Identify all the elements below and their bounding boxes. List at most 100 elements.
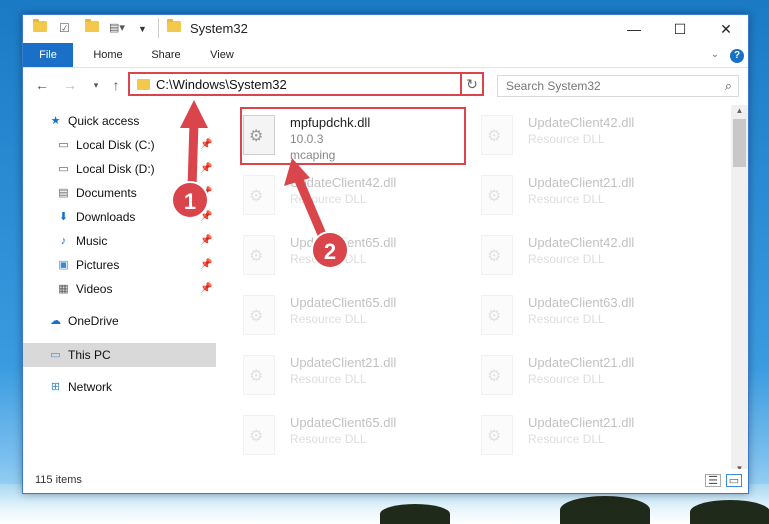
help-icon[interactable]: ? (729, 43, 745, 67)
computer-icon: ▭ (50, 349, 61, 361)
dll-file-icon (481, 175, 513, 215)
search-placeholder: Search System32 (506, 79, 601, 93)
file-name: UpdateClient65.dll (290, 295, 397, 310)
file-item[interactable]: UpdateClient42.dll Resource DLL (461, 109, 681, 165)
cloud-icon: ☁ (50, 315, 61, 327)
drive-icon: ▭ (58, 163, 69, 175)
sidebar-item-label: Local Disk (C:) (76, 138, 155, 152)
forward-arrow-icon[interactable]: → (61, 75, 79, 95)
address-folder-icon (137, 79, 150, 90)
sidebar-item-videos[interactable]: ▦ Videos 📌 (23, 277, 216, 301)
properties-icon[interactable]: ☑ (59, 21, 70, 35)
file-desc: Resource DLL (528, 132, 605, 146)
file-name: UpdateClient21.dll (290, 355, 397, 370)
sidebar-item-label: Quick access (68, 114, 140, 128)
sidebar-item-network[interactable]: ⊞ Network (23, 375, 216, 399)
sidebar-item-label: This PC (68, 348, 111, 362)
sidebar-item-music[interactable]: ♪ Music 📌 (23, 229, 216, 253)
sidebar-item-local-disk-c[interactable]: ▭ Local Disk (C:) 📌 (23, 133, 216, 157)
sidebar-item-pictures[interactable]: ▣ Pictures 📌 (23, 253, 216, 277)
recent-locations-icon[interactable]: ▾ (87, 75, 105, 95)
network-icon: ⊞ (50, 381, 61, 393)
dll-file-icon (243, 355, 275, 395)
palm-silhouette (690, 500, 769, 524)
file-item[interactable]: UpdateClient21.dll Resource DLL (461, 409, 681, 465)
file-item[interactable]: UpdateClient65.dll Resource DLL (223, 289, 443, 345)
navigation-bar: ← → ▾ ↑ C:\Windows\System32 ⌄ ↻ Search S… (23, 68, 748, 102)
tab-view[interactable]: View (197, 43, 247, 67)
file-name: UpdateClient42.dll (528, 115, 635, 130)
toolbar-dropdown-icon[interactable]: ▼ (138, 24, 147, 34)
sidebar-item-label: Local Disk (D:) (76, 162, 155, 176)
sidebar-item-label: Videos (76, 282, 113, 296)
item-count: 115 items (35, 474, 82, 486)
file-desc: Resource DLL (290, 312, 367, 326)
step-1-badge: 1 (171, 181, 209, 219)
file-item[interactable]: UpdateClient42.dll Resource DLL (223, 169, 443, 225)
address-path[interactable]: C:\Windows\System32 (156, 77, 287, 92)
dll-file-icon (243, 235, 275, 275)
music-icon: ♪ (60, 235, 67, 247)
dll-file-icon (243, 175, 275, 215)
back-arrow-icon[interactable]: ← (33, 75, 51, 95)
sidebar-item-label: Music (76, 234, 108, 248)
minimize-button[interactable]: — (611, 15, 657, 43)
file-item[interactable]: UpdateClient42.dll Resource DLL (461, 229, 681, 285)
dll-file-icon (481, 355, 513, 395)
file-name: UpdateClient21.dll (528, 175, 635, 190)
documents-icon: ▤ (58, 187, 69, 199)
customize-toolbar-icon[interactable]: ▤▾ (109, 21, 125, 34)
pin-icon[interactable]: 📌 (200, 133, 212, 157)
separator (158, 18, 159, 38)
file-item[interactable]: UpdateClient65.dll Resource DLL (223, 409, 443, 465)
scroll-up-icon[interactable]: ▲ (731, 105, 748, 117)
file-item[interactable]: UpdateClient21.dll Resource DLL (223, 349, 443, 405)
pin-icon[interactable]: 📌 (200, 157, 212, 181)
sidebar-item-label: Network (68, 380, 113, 394)
file-item[interactable]: UpdateClient21.dll Resource DLL (461, 349, 681, 405)
drive-icon: ▭ (58, 139, 69, 151)
file-item[interactable]: UpdateClient63.dll Resource DLL (461, 289, 681, 345)
window-title: System32 (190, 21, 248, 36)
tab-share[interactable]: Share (141, 43, 191, 67)
new-folder-icon[interactable] (85, 19, 99, 32)
file-desc: Resource DLL (528, 252, 605, 266)
pin-icon[interactable]: 📌 (200, 253, 212, 277)
sidebar-item-local-disk-d[interactable]: ▭ Local Disk (D:) 📌 (23, 157, 216, 181)
vertical-scrollbar[interactable]: ▲ ▼ (731, 105, 748, 475)
pin-icon[interactable]: 📌 (200, 229, 212, 253)
pin-icon[interactable]: 📌 (200, 277, 212, 301)
dll-file-icon (481, 415, 513, 455)
maximize-button[interactable]: ☐ (657, 15, 703, 43)
search-input[interactable]: Search System32 ⌕ (497, 75, 739, 97)
refresh-button[interactable]: ↻ (460, 72, 484, 96)
details-view-icon[interactable]: ☰ (705, 474, 721, 487)
file-desc: Resource DLL (290, 432, 367, 446)
dll-file-icon (481, 295, 513, 335)
step-2-badge: 2 (311, 231, 349, 269)
file-desc: Resource DLL (528, 192, 605, 206)
search-icon[interactable]: ⌕ (725, 78, 732, 94)
file-desc: Resource DLL (290, 192, 367, 206)
palm-silhouette (560, 496, 650, 524)
sidebar-item-label: Downloads (76, 210, 136, 224)
tab-home[interactable]: Home (83, 43, 133, 67)
large-icons-view-icon[interactable]: ▭ (726, 474, 742, 487)
expand-ribbon-icon[interactable]: ⌄ (707, 43, 723, 67)
close-button[interactable]: ✕ (703, 15, 749, 43)
file-name: UpdateClient21.dll (528, 415, 635, 430)
scrollbar-thumb[interactable] (733, 119, 746, 167)
sidebar-item-label: OneDrive (68, 314, 119, 328)
up-arrow-icon[interactable]: ↑ (107, 75, 125, 95)
sidebar-item-this-pc[interactable]: ▭ This PC (23, 343, 216, 367)
dll-file-icon (481, 235, 513, 275)
file-item[interactable]: UpdateClient21.dll Resource DLL (461, 169, 681, 225)
window-folder-icon (167, 19, 181, 32)
sidebar-item-quick-access[interactable]: ★ Quick access (23, 109, 216, 133)
tab-file[interactable]: File (23, 43, 73, 67)
address-bar[interactable]: C:\Windows\System32 ⌄ (128, 72, 480, 96)
sidebar-item-onedrive[interactable]: ☁ OneDrive (23, 309, 216, 333)
file-desc: Resource DLL (528, 312, 605, 326)
file-name: UpdateClient63.dll (528, 295, 635, 310)
file-item-selected[interactable]: mpfupdchk.dll 10.0.3 mcaping (223, 107, 466, 165)
